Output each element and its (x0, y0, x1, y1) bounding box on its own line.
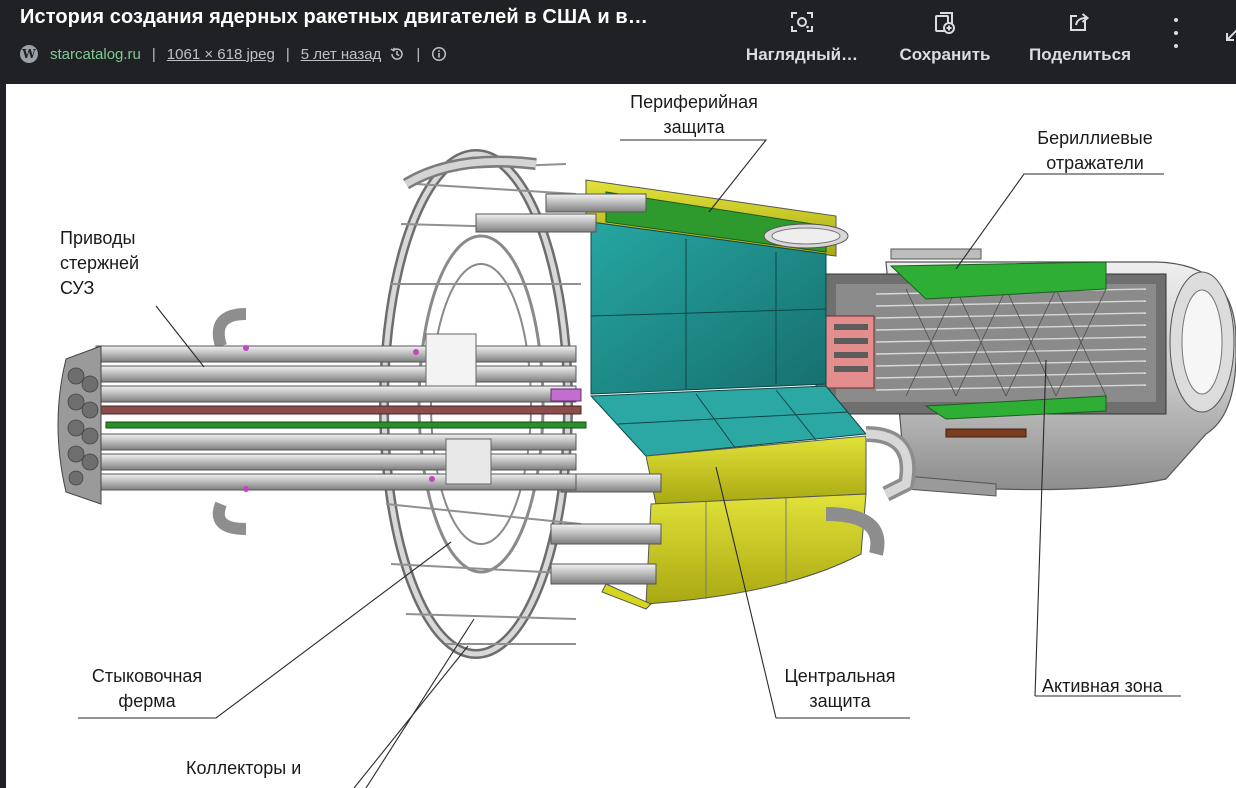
label-line: Приводы (60, 228, 136, 248)
image-meta: W starcatalog.ru | 1061 × 618 jpeg | 5 л… (20, 44, 447, 64)
label-rod-drives: Приводы стержней СУЗ (60, 226, 139, 301)
dimensions-link[interactable]: 1061 × 618 jpeg (167, 46, 275, 63)
wordpress-icon: W (20, 45, 38, 63)
more-options-icon[interactable] (1166, 18, 1186, 48)
visual-search-button[interactable]: Наглядный… (736, 8, 868, 70)
age-link[interactable]: 5 лет назад (301, 46, 382, 63)
image-title[interactable]: История создания ядерных ракетных двигат… (20, 6, 648, 29)
visual-search-label: Наглядный… (745, 45, 859, 64)
separator: | (285, 45, 290, 63)
label-central-shield: Центральная защита (768, 664, 912, 714)
label-docking-truss: Стыковочная ферма (72, 664, 222, 714)
label-line: защита (809, 691, 871, 711)
label-line: ферма (118, 691, 176, 711)
label-collectors: Коллекторы и (186, 758, 302, 778)
share-icon (1067, 8, 1093, 36)
label-line: Бериллиевые (1037, 128, 1153, 148)
info-icon[interactable] (431, 46, 447, 62)
image-viewer: Периферийная защита Бериллиевые отражате… (0, 84, 1236, 788)
save-button[interactable]: Сохранить (892, 8, 998, 70)
label-active-core: Активная зона (1042, 676, 1163, 696)
label-line: Стыковочная (91, 666, 203, 686)
share-button[interactable]: Поделиться (1020, 8, 1140, 70)
save-collection-icon (932, 8, 958, 36)
label-beryllium-reflectors: Бериллиевые отражатели (1021, 126, 1169, 176)
label-line: Периферийная (630, 92, 758, 112)
share-label: Поделиться (1028, 45, 1132, 64)
preview-image[interactable]: Периферийная защита Бериллиевые отражате… (6, 84, 1236, 788)
save-label: Сохранить (899, 45, 991, 64)
label-line: СУЗ (60, 278, 95, 298)
label-line: защита (663, 117, 725, 137)
label-line: отражатели (1046, 153, 1144, 173)
source-link[interactable]: starcatalog.ru (50, 46, 141, 63)
history-icon[interactable] (389, 46, 405, 62)
top-bar: История создания ядерных ракетных двигат… (0, 0, 1236, 84)
separator: | (151, 45, 156, 63)
label-line: стержней (60, 253, 140, 273)
collapse-icon[interactable] (1222, 26, 1236, 46)
label-peripheral-shield: Периферийная защита (614, 90, 774, 140)
lens-icon (789, 8, 815, 36)
label-line: Центральная (784, 666, 896, 686)
separator: | (416, 45, 421, 63)
control-rod-drives (57, 308, 587, 535)
